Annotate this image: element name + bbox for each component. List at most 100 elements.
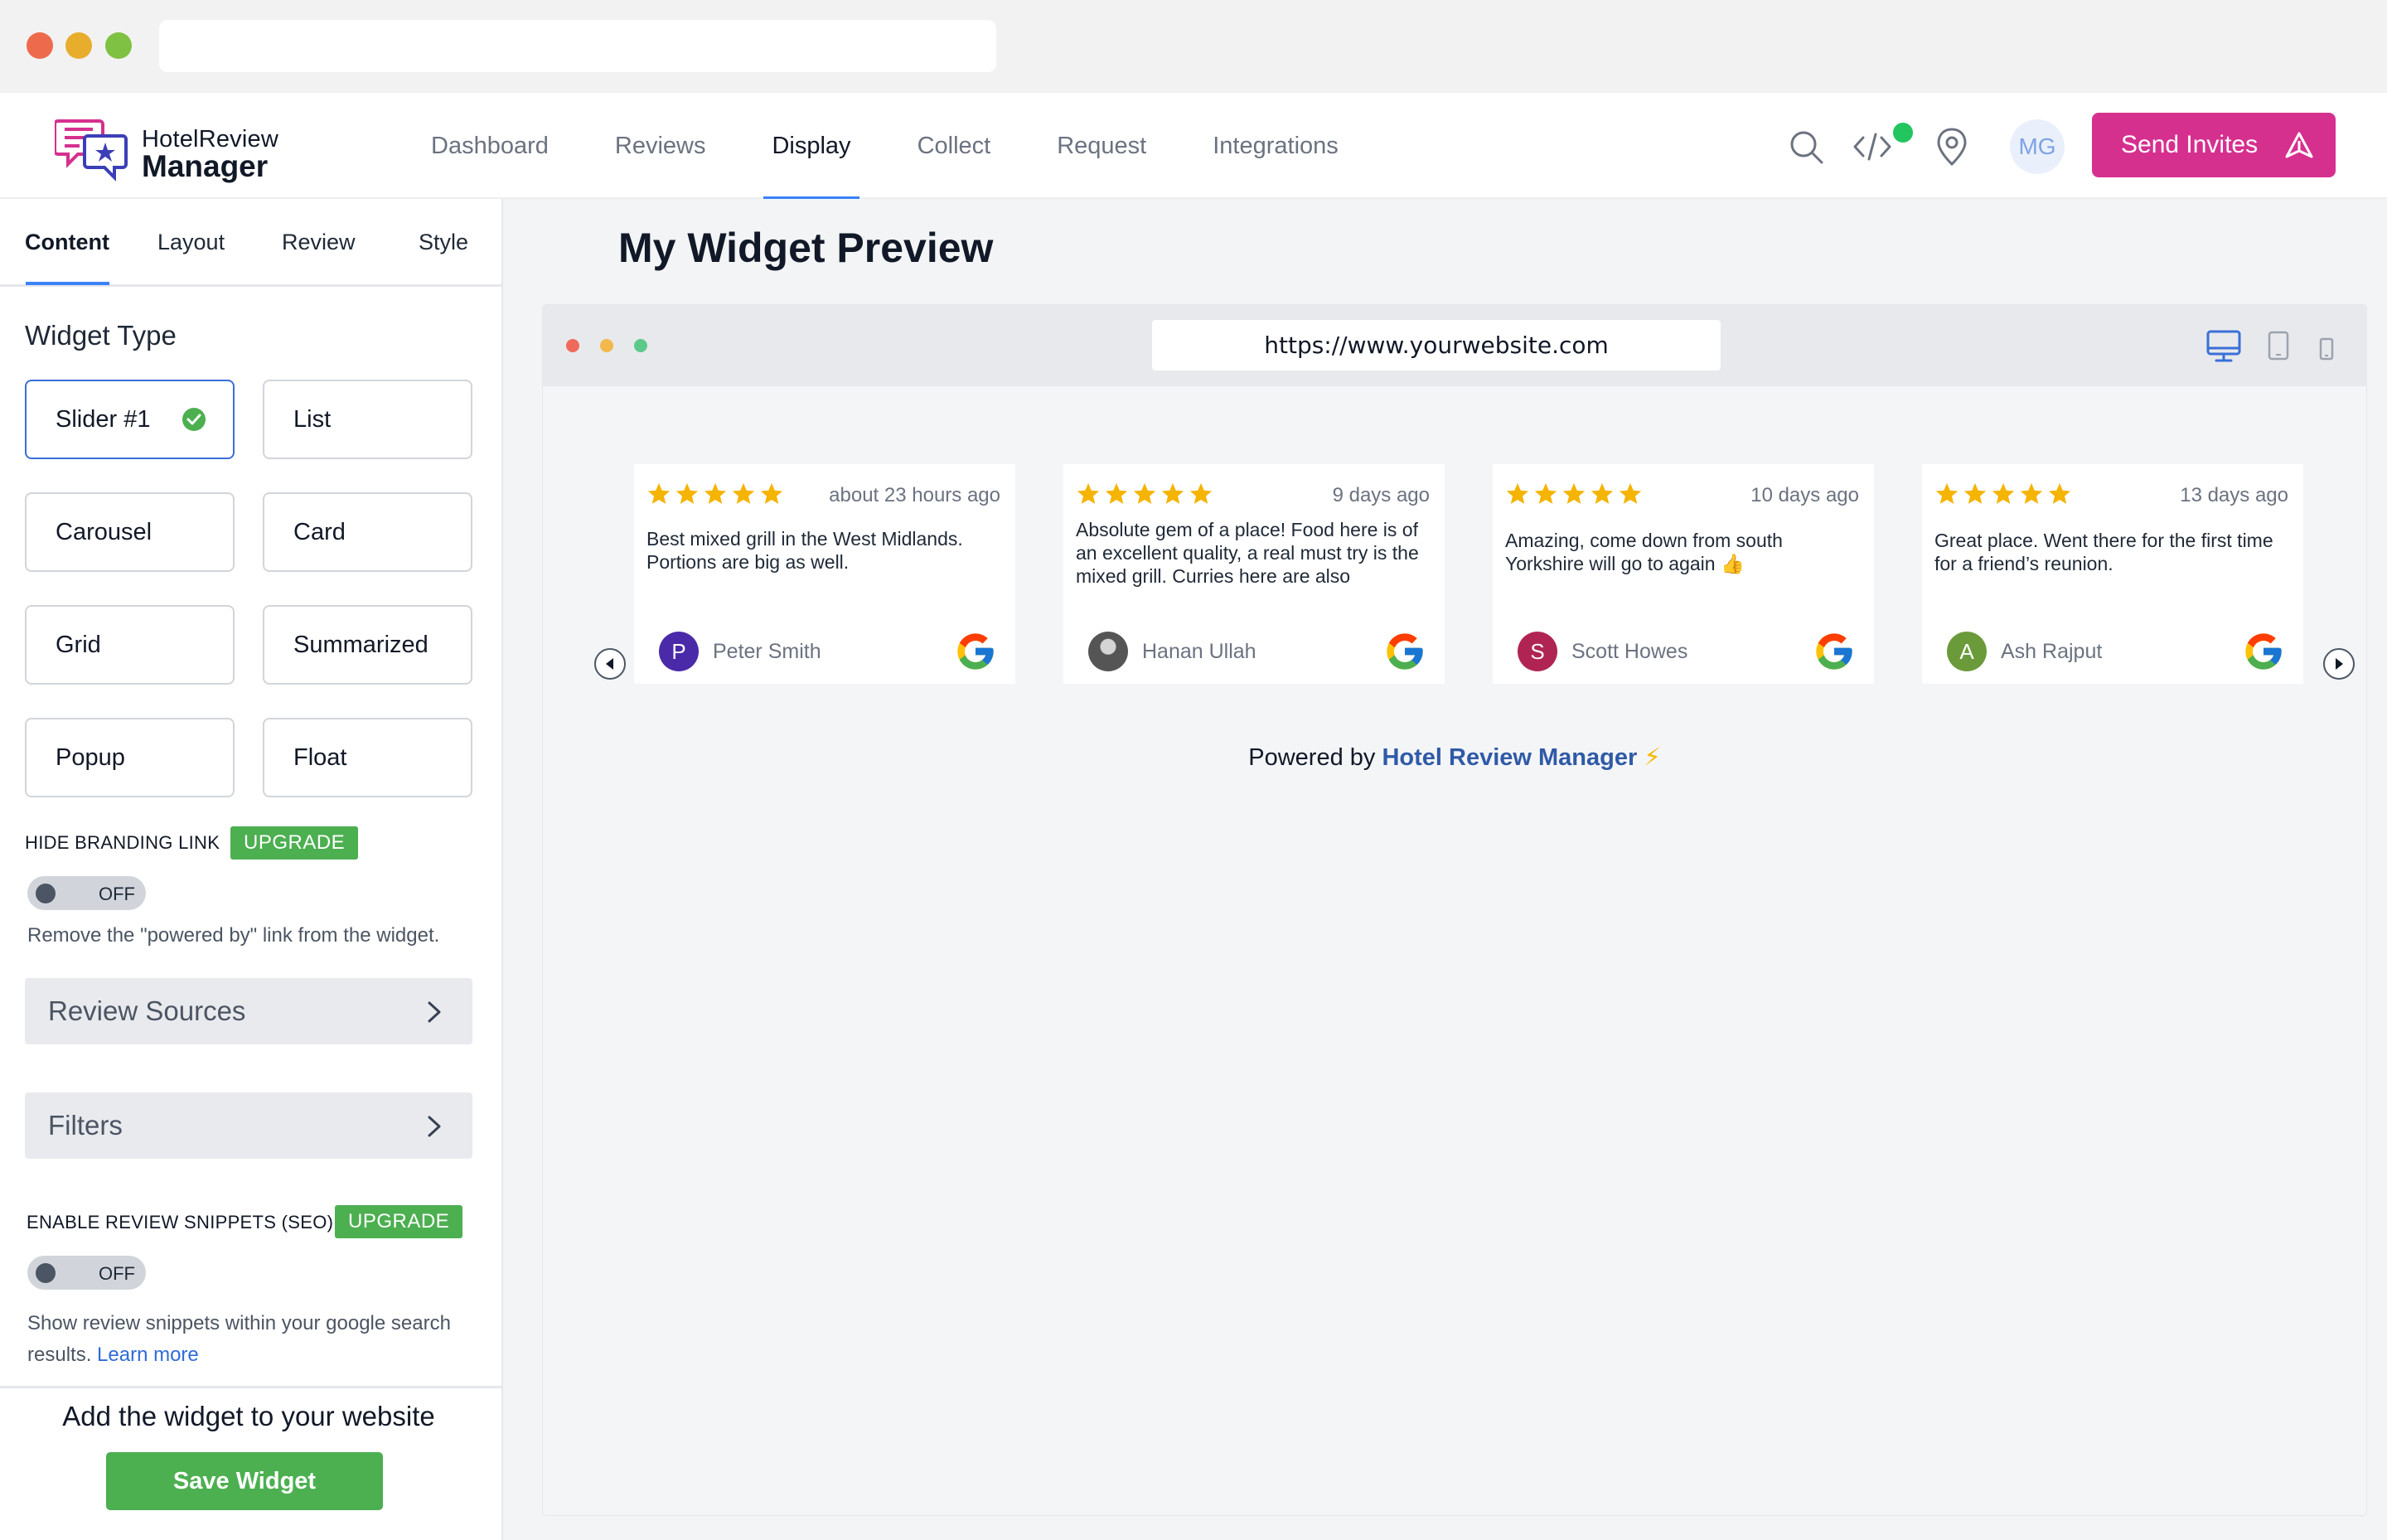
window-maximize-button[interactable] <box>105 32 132 59</box>
review-sources-accordion[interactable]: Review Sources <box>25 978 472 1044</box>
google-icon <box>1387 633 1423 670</box>
review-time: 9 days ago <box>1332 484 1430 506</box>
review-time: about 23 hours ago <box>829 484 1000 506</box>
toggle-knob <box>36 1263 56 1283</box>
reviewer-avatar <box>1088 632 1128 671</box>
check-circle-icon <box>182 408 206 431</box>
send-invites-label: Send Invites <box>2121 131 2259 158</box>
widget-type-title: Widget Type <box>25 320 177 351</box>
google-icon <box>2245 633 2282 670</box>
main-nav: Dashboard Reviews Display Collect Reques… <box>414 93 1372 199</box>
widget-type-card[interactable]: Card <box>263 492 472 572</box>
widget-type-label: Grid <box>56 631 101 658</box>
widget-type-carousel[interactable]: Carousel <box>25 492 235 572</box>
review-snippets-help: Show review snippets within your google … <box>27 1308 491 1371</box>
logo[interactable]: HotelReview Manager <box>55 109 303 183</box>
chevron-right-icon <box>2336 658 2343 670</box>
app-header: HotelReview Manager Dashboard Reviews Di… <box>0 93 2387 199</box>
review-source <box>1813 630 1856 677</box>
widget-type-label: List <box>293 405 332 433</box>
logo-icon <box>55 119 128 182</box>
reviewer-name: Scott Howes <box>1571 640 1688 663</box>
widget-type-list[interactable]: List <box>263 380 472 459</box>
google-icon <box>957 633 994 670</box>
widget-type-label: Carousel <box>56 518 153 545</box>
star-rating <box>1934 482 2072 506</box>
logo-text-bottom: Manager <box>142 149 269 183</box>
star-icon <box>760 482 783 504</box>
review-snippets-label: ENABLE REVIEW SNIPPETS (SEO) <box>27 1212 334 1232</box>
toggle-state-label: OFF <box>99 1263 135 1284</box>
sidebar-tabs: Content Layout Review Style <box>0 199 501 287</box>
widget-type-popup[interactable]: Popup <box>25 718 235 797</box>
tab-style[interactable]: Style <box>419 230 468 255</box>
save-widget-button[interactable]: Save Widget <box>106 1452 383 1510</box>
chevron-left-icon <box>606 658 613 670</box>
carousel-next-button[interactable] <box>2323 648 2355 680</box>
nav-collect[interactable]: Collect <box>884 93 1024 199</box>
location-pin-icon[interactable] <box>1931 126 1973 167</box>
toggle-knob <box>36 884 56 903</box>
code-icon[interactable] <box>1852 126 1893 167</box>
add-widget-text: Add the widget to your website <box>62 1401 435 1431</box>
search-icon[interactable] <box>1785 126 1827 167</box>
nav-display[interactable]: Display <box>738 93 884 199</box>
powered-by-prefix: Powered by <box>1248 744 1376 771</box>
active-tab-indicator <box>26 282 109 285</box>
star-icon <box>1935 482 1959 504</box>
widget-type-float[interactable]: Float <box>263 718 472 797</box>
hide-branding-upgrade-badge[interactable]: UPGRADE <box>230 826 359 860</box>
star-icon <box>1506 482 1529 504</box>
reviewer-avatar: P <box>659 632 699 671</box>
nav-dashboard[interactable]: Dashboard <box>414 93 582 199</box>
browser-address-bar[interactable] <box>159 20 996 72</box>
review-text: Amazing, come down from south Yorkshire … <box>1505 530 1783 574</box>
page-title: My Widget Preview <box>618 225 994 271</box>
widget-type-summarized[interactable]: Summarized <box>263 605 472 685</box>
tablet-icon[interactable] <box>2267 330 2290 361</box>
star-icon <box>1077 482 1100 504</box>
mock-url-bar: https://www.yourwebsite.com <box>1152 320 1721 370</box>
nav-integrations[interactable]: Integrations <box>1179 93 1372 199</box>
review-snippets-help-text: Show review snippets within your google … <box>27 1312 451 1366</box>
review-card: 9 days ago Absolute gem of a place! Food … <box>1063 464 1445 684</box>
widget-type-grid[interactable]: Grid <box>25 605 235 685</box>
review-text: Great place. Went there for the first ti… <box>1934 530 2273 574</box>
mobile-icon[interactable] <box>2318 337 2335 361</box>
star-icon <box>2048 482 2071 504</box>
nav-reviews[interactable]: Reviews <box>582 93 739 199</box>
review-snippets-upgrade-badge[interactable]: UPGRADE <box>335 1205 463 1238</box>
widget-type-label: Card <box>293 518 346 545</box>
hide-branding-toggle[interactable]: OFF <box>27 876 146 910</box>
window-close-button[interactable] <box>27 32 53 59</box>
carousel-prev-button[interactable] <box>594 648 626 680</box>
mock-browser-bar: https://www.yourwebsite.com <box>543 305 2366 386</box>
star-icon <box>1963 482 1987 504</box>
review-card: 10 days ago Amazing, come down from south… <box>1493 464 1874 684</box>
sidebar-divider <box>0 1386 501 1388</box>
review-text: Best mixed grill in the West Midlands. P… <box>646 528 963 573</box>
review-snippets-toggle[interactable]: OFF <box>27 1256 146 1290</box>
widget-type-slider[interactable]: Slider #1 <box>25 380 235 459</box>
learn-more-link[interactable]: Learn more <box>97 1344 199 1366</box>
widget-type-label: Summarized <box>293 631 428 658</box>
filters-accordion[interactable]: Filters <box>25 1092 472 1159</box>
star-icon <box>1189 482 1213 504</box>
star-rating <box>646 482 784 506</box>
tab-content[interactable]: Content <box>25 230 109 255</box>
desktop-icon[interactable] <box>2205 329 2242 364</box>
window-minimize-button[interactable] <box>65 32 92 59</box>
reviewer-name: Ash Rajput <box>2001 640 2103 663</box>
send-invites-button[interactable]: Send Invites <box>2092 113 2336 177</box>
reviewer-name: Hanan Ullah <box>1142 640 1256 663</box>
tab-review[interactable]: Review <box>282 230 356 255</box>
tab-layout[interactable]: Layout <box>157 230 225 255</box>
review-card: 13 days ago Great place. Went there for t… <box>1922 464 2303 684</box>
star-icon <box>1534 482 1557 504</box>
widget-type-label: Float <box>293 743 347 771</box>
powered-by-brand-link[interactable]: Hotel Review Manager <box>1382 744 1637 771</box>
star-icon <box>647 482 671 504</box>
user-avatar[interactable]: MG <box>2010 119 2065 174</box>
star-icon <box>1992 482 2015 504</box>
nav-request[interactable]: Request <box>1024 93 1179 199</box>
